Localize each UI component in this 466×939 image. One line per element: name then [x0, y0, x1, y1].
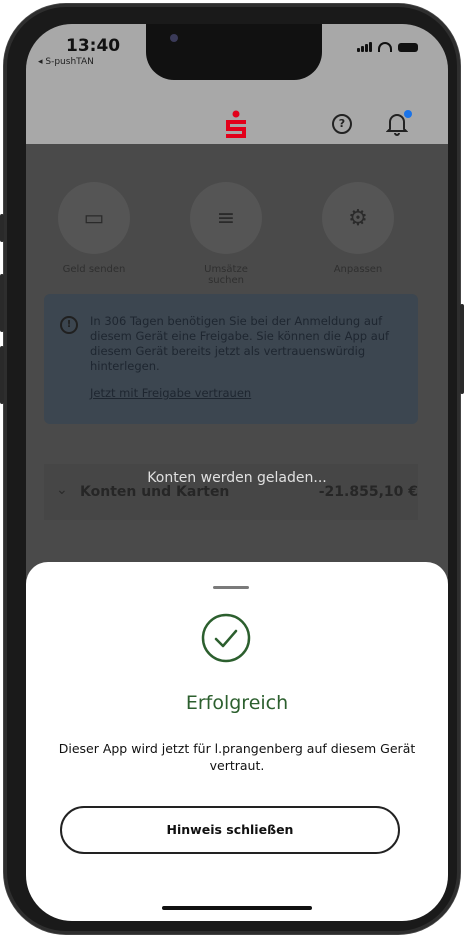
- phone-frame: 13:40 ◂ S-pushTAN ? ▭ Geld senden ≡ Umsä…: [0, 4, 464, 934]
- battery-icon: [398, 42, 418, 52]
- app-header: 13:40 ◂ S-pushTAN ?: [26, 24, 448, 144]
- notification-dot: [404, 110, 412, 118]
- quick-action-geld-senden[interactable]: ▭ Geld senden: [54, 182, 134, 275]
- info-text: In 306 Tagen benötigen Sie bei der Anmel…: [90, 314, 390, 373]
- sheet-message: Dieser App wird jetzt für l.prangenberg …: [58, 741, 416, 773]
- quick-action-label: Geld senden: [62, 264, 126, 275]
- sheet-title: Erfolgreich: [185, 692, 289, 714]
- power-button: [460, 304, 464, 394]
- list-search-icon: ≡: [190, 182, 262, 254]
- wifi-icon: [378, 42, 392, 52]
- trust-device-link[interactable]: Jetzt mit Freigabe vertrauen: [90, 386, 251, 400]
- card-send-icon: ▭: [58, 182, 130, 254]
- close-notice-button[interactable]: Hinweis schließen: [60, 806, 400, 854]
- status-time: 13:40: [66, 36, 121, 56]
- screen: 13:40 ◂ S-pushTAN ? ▭ Geld senden ≡ Umsä…: [26, 24, 448, 921]
- accounts-label: Konten und Karten: [80, 484, 230, 500]
- camera: [170, 34, 178, 42]
- info-icon: !: [60, 316, 78, 334]
- sheet-grabber[interactable]: [213, 586, 249, 589]
- accounts-balance: -21.855,10 €: [318, 484, 418, 500]
- quick-actions: ▭ Geld senden ≡ Umsätze suchen ⚙ Anpasse…: [26, 182, 448, 292]
- gear-icon: ⚙: [322, 182, 394, 254]
- help-icon[interactable]: ?: [332, 114, 352, 134]
- volume-up-button: [0, 274, 4, 332]
- volume-down-button: [0, 346, 4, 404]
- info-banner: ! In 306 Tagen benötigen Sie bei der Anm…: [44, 294, 418, 424]
- back-to-app-link[interactable]: ◂ S-pushTAN: [38, 57, 94, 67]
- status-icons: [357, 42, 418, 52]
- notch: [146, 24, 322, 80]
- quick-action-umsaetze-suchen[interactable]: ≡ Umsätze suchen: [186, 182, 266, 286]
- quick-action-label: Umsätze suchen: [204, 264, 248, 286]
- quick-action-label: Anpassen: [333, 264, 383, 275]
- sparkasse-logo: [226, 110, 246, 138]
- quick-action-anpassen[interactable]: ⚙ Anpassen: [318, 182, 398, 275]
- home-indicator[interactable]: [162, 906, 312, 910]
- check-circle-icon: [201, 613, 251, 663]
- mute-switch: [0, 214, 4, 242]
- success-sheet: Erfolgreich Dieser App wird jetzt für l.…: [26, 562, 448, 921]
- loading-text: Konten werden geladen...: [147, 470, 327, 486]
- signal-icon: [357, 42, 372, 52]
